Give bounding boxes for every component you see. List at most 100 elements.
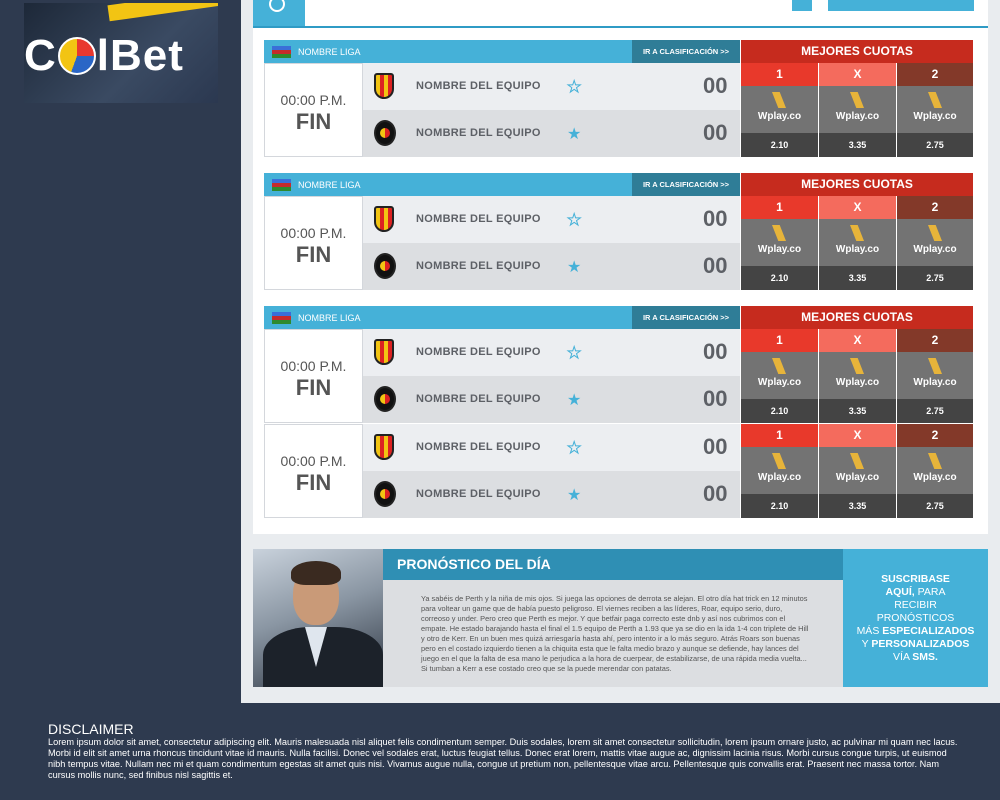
bookmaker-name: Wplay.co <box>835 472 880 483</box>
match-status: FIN <box>295 242 332 267</box>
team-name: NOMBRE DEL EQUIPO <box>416 393 541 405</box>
home-team[interactable]: NOMBRE DEL EQUIPO ★ 00 <box>363 63 740 110</box>
bookmaker-logo[interactable]: Wplay.co <box>897 219 973 266</box>
standings-link[interactable]: IR A CLASIFICACIÓN >> <box>632 306 740 329</box>
bookmaker-logo[interactable]: Wplay.co <box>741 86 818 133</box>
subscribe-line: PRONÓSTICOS <box>876 612 955 624</box>
top-bar <box>253 0 988 28</box>
team-crest-icon <box>374 339 394 365</box>
favorite-star-icon[interactable]: ★ <box>566 438 581 458</box>
odd-label: 1 <box>741 196 818 219</box>
odd-home[interactable]: 1 Wplay.co 2.10 <box>741 63 818 157</box>
league-header: NOMBRE LIGA IR A CLASIFICACIÓN >> <box>264 40 740 63</box>
odd-home[interactable]: 1 Wplay.co 2.10 <box>741 329 818 423</box>
wplay-icon <box>772 453 786 469</box>
bookmaker-name: Wplay.co <box>757 377 802 388</box>
flag-icon <box>272 46 291 58</box>
bookmaker-logo[interactable]: Wplay.co <box>741 352 818 399</box>
odd-away[interactable]: 2 Wplay.co 2.75 <box>897 196 973 290</box>
odd-away[interactable]: 2 Wplay.co 2.75 <box>897 424 973 518</box>
wplay-icon <box>928 453 942 469</box>
odd-draw[interactable]: X Wplay.co 3.35 <box>819 196 896 290</box>
odds-panel: MEJORES CUOTAS 1 Wplay.co 2.10 X Wplay.c… <box>741 306 973 423</box>
matches-panel: NOMBRE LIGA IR A CLASIFICACIÓN >> 00:00 … <box>253 28 988 534</box>
team-name: NOMBRE DEL EQUIPO <box>416 213 541 225</box>
team-name: NOMBRE DEL EQUIPO <box>416 441 541 453</box>
wplay-icon <box>850 453 864 469</box>
logo-stripe <box>107 3 218 22</box>
away-team[interactable]: NOMBRE DEL EQUIPO ★ 00 <box>363 376 740 423</box>
kickoff-time: 00:00 P.M. <box>280 358 347 374</box>
league-name: NOMBRE LIGA <box>298 180 361 190</box>
subscribe-line: VÍA SMS. <box>893 651 938 663</box>
bookmaker-logo[interactable]: Wplay.co <box>741 447 818 494</box>
bookmaker-name: Wplay.co <box>757 244 802 255</box>
wplay-icon <box>850 225 864 241</box>
match-time: 00:00 P.M. FIN <box>264 424 363 518</box>
home-team[interactable]: NOMBRE DEL EQUIPO ★ 00 <box>363 329 740 376</box>
bookmaker-logo[interactable]: Wplay.co <box>897 447 973 494</box>
odds-header: MEJORES CUOTAS <box>741 306 973 329</box>
odd-home[interactable]: 1 Wplay.co 2.10 <box>741 196 818 290</box>
wplay-icon <box>928 358 942 374</box>
favorite-star-icon[interactable]: ★ <box>567 124 581 144</box>
favorite-star-icon[interactable]: ★ <box>566 77 581 97</box>
odd-value: 3.35 <box>819 266 896 290</box>
wplay-icon <box>928 225 942 241</box>
site-logo[interactable]: ClBet <box>24 3 218 103</box>
bookmaker-logo[interactable]: Wplay.co <box>897 352 973 399</box>
odds-panel: 1 Wplay.co 2.10 X Wplay.co 3.35 2 Wplay.… <box>741 424 973 518</box>
disclaimer-title: DISCLAIMER <box>48 721 134 737</box>
team-crest-icon <box>374 120 396 146</box>
away-team[interactable]: NOMBRE DEL EQUIPO ★ 00 <box>363 471 740 518</box>
odd-draw[interactable]: X Wplay.co 3.35 <box>819 63 896 157</box>
away-team[interactable]: NOMBRE DEL EQUIPO ★ 00 <box>363 243 740 290</box>
odd-away[interactable]: 2 Wplay.co 2.75 <box>897 329 973 423</box>
league-header: NOMBRE LIGA IR A CLASIFICACIÓN >> <box>264 306 740 329</box>
kickoff-time: 00:00 P.M. <box>280 225 347 241</box>
team-score: 00 <box>703 339 728 364</box>
bookmaker-logo[interactable]: Wplay.co <box>819 86 896 133</box>
league-header: NOMBRE LIGA IR A CLASIFICACIÓN >> <box>264 173 740 196</box>
odd-label: X <box>819 196 896 219</box>
odd-label: 2 <box>897 196 973 219</box>
standings-link[interactable]: IR A CLASIFICACIÓN >> <box>632 173 740 196</box>
bookmark-button[interactable] <box>792 0 974 11</box>
match-time: 00:00 P.M. FIN <box>264 196 363 290</box>
odd-value: 3.35 <box>819 399 896 423</box>
team-crest-icon <box>374 73 394 99</box>
favorite-star-icon[interactable]: ★ <box>566 343 581 363</box>
subscribe-sms-button[interactable]: SUSCRIBASE AQUÍ, PARA RECIBIR PRONÓSTICO… <box>843 549 988 687</box>
favorite-star-icon[interactable]: ★ <box>567 485 581 505</box>
live-tab[interactable] <box>253 0 305 26</box>
bookmaker-name: Wplay.co <box>757 111 802 122</box>
bookmaker-logo[interactable]: Wplay.co <box>741 219 818 266</box>
odd-value: 2.75 <box>897 399 973 423</box>
favorite-star-icon[interactable]: ★ <box>567 257 581 277</box>
favorite-star-icon[interactable]: ★ <box>566 210 581 230</box>
odd-draw[interactable]: X Wplay.co 3.35 <box>819 329 896 423</box>
home-team[interactable]: NOMBRE DEL EQUIPO ★ 00 <box>363 424 740 471</box>
odd-value: 2.10 <box>741 399 818 423</box>
bookmaker-logo[interactable]: Wplay.co <box>897 86 973 133</box>
home-team[interactable]: NOMBRE DEL EQUIPO ★ 00 <box>363 196 740 243</box>
standings-link[interactable]: IR A CLASIFICACIÓN >> <box>632 40 740 63</box>
favorite-star-icon[interactable]: ★ <box>567 390 581 410</box>
odd-home[interactable]: 1 Wplay.co 2.10 <box>741 424 818 518</box>
bookmaker-logo[interactable]: Wplay.co <box>819 352 896 399</box>
match-time: 00:00 P.M. FIN <box>264 329 363 423</box>
match-status: FIN <box>295 375 332 400</box>
wplay-icon <box>772 92 786 108</box>
odd-value: 2.75 <box>897 266 973 290</box>
team-score: 00 <box>703 73 728 98</box>
odd-label: 2 <box>897 424 973 447</box>
away-team[interactable]: NOMBRE DEL EQUIPO ★ 00 <box>363 110 740 157</box>
subscribe-line: SUSCRIBASE <box>881 573 950 585</box>
bookmaker-logo[interactable]: Wplay.co <box>819 447 896 494</box>
footer: DISCLAIMER Lorem ipsum dolor sit amet, c… <box>0 703 1000 800</box>
odds-header: MEJORES CUOTAS <box>741 173 973 196</box>
wplay-icon <box>772 225 786 241</box>
odd-away[interactable]: 2 Wplay.co 2.75 <box>897 63 973 157</box>
bookmaker-logo[interactable]: Wplay.co <box>819 219 896 266</box>
odd-draw[interactable]: X Wplay.co 3.35 <box>819 424 896 518</box>
